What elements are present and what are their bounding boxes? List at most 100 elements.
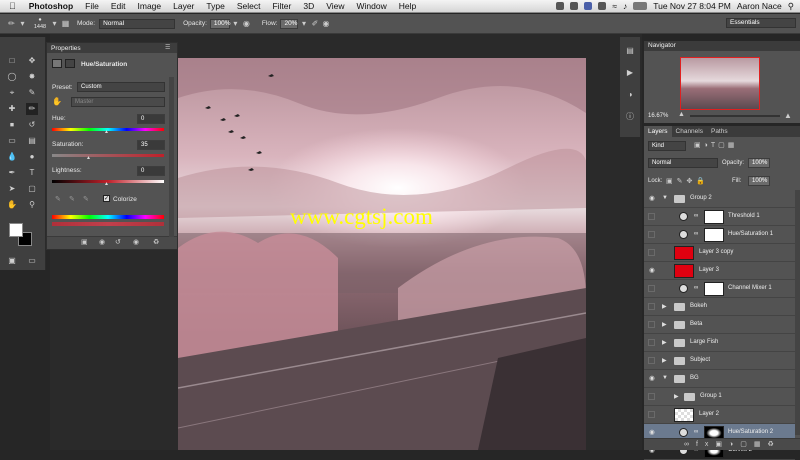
preset-select[interactable]: Custom bbox=[77, 82, 165, 92]
apple-icon[interactable]:  bbox=[0, 1, 23, 11]
app-menu[interactable]: Photoshop bbox=[23, 1, 79, 11]
path-select-icon[interactable]: ➤ bbox=[6, 183, 18, 195]
move-tool-icon[interactable]: ✥ bbox=[26, 55, 38, 67]
layer-mask-thumbnail[interactable] bbox=[704, 228, 724, 242]
panel-menu-icon[interactable]: ☰ bbox=[165, 44, 170, 51]
visibility-toggle[interactable] bbox=[648, 213, 655, 220]
blend-mode-select[interactable]: Normal bbox=[648, 158, 718, 168]
layer-row-layer-3[interactable]: ◉ Layer 3 bbox=[644, 262, 795, 280]
zoom-slider[interactable] bbox=[690, 115, 780, 117]
link-icon[interactable]: ∞ bbox=[694, 231, 698, 237]
menu-help[interactable]: Help bbox=[393, 1, 422, 11]
saturation-slider[interactable] bbox=[52, 154, 164, 157]
adjustment-icon[interactable] bbox=[52, 59, 62, 68]
link-icon[interactable]: ∞ bbox=[694, 213, 698, 219]
eraser-icon[interactable]: ▭ bbox=[6, 135, 18, 147]
screen-mode-icon[interactable]: ▭ bbox=[26, 255, 38, 267]
chevron-down-icon[interactable]: ▾ bbox=[17, 18, 28, 29]
clip-to-layer-icon[interactable]: ▣ bbox=[81, 238, 88, 246]
layer-mask-thumbnail[interactable] bbox=[704, 210, 724, 224]
workspace-select[interactable]: Essentials bbox=[726, 18, 796, 28]
tray-icon[interactable] bbox=[556, 2, 565, 10]
layer-opacity-field[interactable]: 100% bbox=[748, 158, 770, 168]
lightness-field[interactable]: 0 bbox=[137, 166, 165, 176]
layer-actions[interactable]: ∞fx▣◑▢▦♻ bbox=[684, 440, 781, 448]
trash-icon[interactable]: ♻ bbox=[153, 238, 159, 246]
hue-slider-thumb[interactable]: ▲ bbox=[104, 129, 109, 135]
navigator-thumbnail[interactable] bbox=[680, 57, 760, 110]
visibility-toggle[interactable] bbox=[648, 411, 655, 418]
histogram-icon[interactable]: ▤ bbox=[624, 45, 636, 57]
marquee-tool-icon[interactable]: □ bbox=[6, 55, 18, 67]
reset-icon[interactable]: ↺ bbox=[115, 238, 121, 246]
quick-select-icon[interactable]: ✸ bbox=[26, 71, 38, 83]
tab-paths[interactable]: Paths bbox=[707, 126, 732, 137]
zoom-tool-icon[interactable]: ⚲ bbox=[26, 199, 38, 211]
user-name[interactable]: Aaron Nace bbox=[737, 1, 782, 11]
layer-thumbnail[interactable] bbox=[674, 264, 694, 278]
crop-tool-icon[interactable]: ⌖ bbox=[6, 87, 18, 99]
dodge-tool-icon[interactable]: ● bbox=[26, 151, 38, 163]
visibility-toggle[interactable] bbox=[648, 357, 655, 364]
layer-row-group-1[interactable]: ▶ Group 1 bbox=[644, 388, 795, 406]
pressure-opacity-icon[interactable]: ◉ bbox=[241, 18, 252, 29]
layer-row-group-2[interactable]: ◉ ▼ Group 2 bbox=[644, 190, 795, 208]
layer-row-bg[interactable]: ◉ ▼ BG bbox=[644, 370, 795, 388]
colorize-checkbox[interactable]: ✓ bbox=[103, 195, 110, 202]
menu-select[interactable]: Select bbox=[231, 1, 267, 11]
channel-select[interactable]: Master bbox=[71, 97, 165, 107]
menu-window[interactable]: Window bbox=[351, 1, 393, 11]
eye-icon[interactable]: ◉ bbox=[648, 195, 656, 203]
layer-row-bokeh[interactable]: ▶ Bokeh bbox=[644, 298, 795, 316]
spotlight-icon[interactable]: ⚲ bbox=[788, 1, 794, 12]
brush-panel-icon[interactable]: ▦ bbox=[60, 18, 71, 29]
visibility-toggle[interactable] bbox=[648, 285, 655, 292]
chevron-right-icon[interactable]: ▶ bbox=[662, 303, 667, 310]
layer-row-layer-2[interactable]: Layer 2 bbox=[644, 406, 795, 424]
eyedropper-minus-icon[interactable]: ✎ bbox=[83, 195, 89, 203]
layer-fill-field[interactable]: 100% bbox=[748, 176, 770, 186]
gradient-icon[interactable]: ▤ bbox=[26, 135, 38, 147]
lightness-slider-thumb[interactable]: ▲ bbox=[104, 181, 109, 187]
foreground-color-swatch[interactable] bbox=[9, 223, 23, 237]
layer-mask-thumbnail[interactable] bbox=[704, 282, 724, 296]
lasso-tool-icon[interactable]: ◯ bbox=[6, 71, 18, 83]
adjustments-icon[interactable]: ◑ bbox=[624, 89, 636, 101]
menu-file[interactable]: File bbox=[79, 1, 105, 11]
layer-filter-select[interactable]: Kind bbox=[648, 141, 686, 151]
view-previous-icon[interactable]: ◉ bbox=[99, 238, 105, 246]
tab-channels[interactable]: Channels bbox=[672, 126, 707, 137]
layer-row-threshold-1[interactable]: ∞ Threshold 1 bbox=[644, 208, 795, 226]
history-brush-icon[interactable]: ↺ bbox=[26, 119, 38, 131]
eyedropper-icon[interactable]: ✎ bbox=[26, 87, 38, 99]
tray-icon[interactable] bbox=[598, 2, 607, 10]
saturation-field[interactable]: 35 bbox=[137, 140, 165, 150]
menu-3d[interactable]: 3D bbox=[297, 1, 320, 11]
brush-tool-icon[interactable]: ✏ bbox=[26, 103, 38, 115]
info-icon[interactable]: ⓘ bbox=[624, 111, 636, 123]
brush-tool-icon[interactable]: ✏ bbox=[6, 18, 17, 29]
pen-tool-icon[interactable]: ✒ bbox=[6, 167, 18, 179]
menu-image[interactable]: Image bbox=[132, 1, 168, 11]
chevron-down-icon[interactable]: ▼ bbox=[662, 195, 668, 201]
shape-tool-icon[interactable]: ▢ bbox=[26, 183, 38, 195]
layer-row-beta[interactable]: ▶ Beta bbox=[644, 316, 795, 334]
layer-thumbnail[interactable] bbox=[674, 246, 694, 260]
wifi-icon[interactable]: ≈ bbox=[612, 1, 617, 11]
zoom-level[interactable]: 16.67% bbox=[648, 113, 668, 119]
healing-brush-icon[interactable]: ✚ bbox=[6, 103, 18, 115]
hue-field[interactable]: 0 bbox=[137, 114, 165, 124]
chevron-right-icon[interactable]: ▶ bbox=[662, 339, 667, 346]
link-icon[interactable]: ∞ bbox=[694, 285, 698, 291]
properties-tab[interactable]: Properties bbox=[47, 43, 177, 53]
airbrush-icon[interactable]: ✐ bbox=[309, 18, 320, 29]
quick-mask-icon[interactable]: ▣ bbox=[6, 255, 18, 267]
menu-filter[interactable]: Filter bbox=[266, 1, 297, 11]
on-image-adjust-icon[interactable]: ✋ bbox=[52, 97, 62, 106]
lock-icons[interactable]: ▣✎✥🔒 bbox=[666, 177, 709, 185]
chevron-down-icon[interactable]: ▾ bbox=[298, 18, 309, 29]
eyedropper-plus-icon[interactable]: ✎ bbox=[69, 195, 75, 203]
layer-row-channel-mixer-1[interactable]: ∞ Channel Mixer 1 bbox=[644, 280, 795, 298]
flow-field[interactable]: 20% bbox=[280, 18, 299, 29]
type-tool-icon[interactable]: T bbox=[26, 167, 38, 179]
